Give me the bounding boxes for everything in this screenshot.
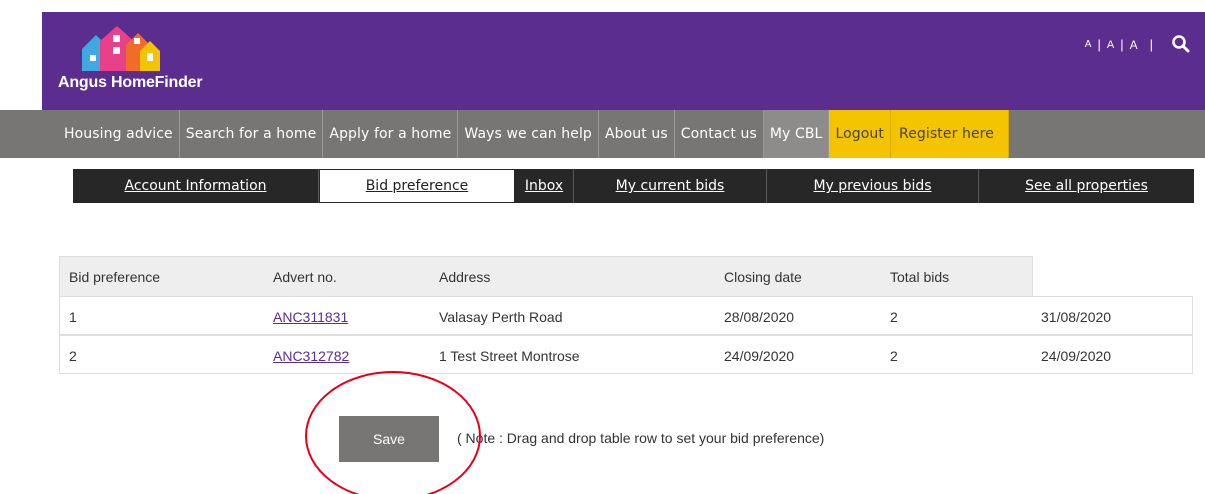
text-size-small-button[interactable]: A xyxy=(1079,39,1098,50)
bid-preference-cell: 1 xyxy=(69,308,77,325)
table-row[interactable]: 2 ANC312782 1 Test Street Montrose 24/09… xyxy=(59,335,1193,374)
main-nav: Housing advice Search for a home Apply f… xyxy=(0,110,1205,158)
save-button[interactable]: Save xyxy=(339,416,439,462)
site-header: Angus HomeFinder A | A | A | xyxy=(42,12,1205,110)
total-bids-cell: 2 xyxy=(890,308,898,325)
bid-preference-cell: 2 xyxy=(69,347,77,364)
tab-my-previous-bids[interactable]: My previous bids xyxy=(767,169,979,203)
nav-item-logout[interactable]: Logout xyxy=(829,110,891,158)
column-header: Total bids xyxy=(890,269,950,285)
tab-my-current-bids[interactable]: My current bids xyxy=(574,169,767,203)
total-bids-cell: 2 xyxy=(890,347,898,364)
advert-number-link[interactable]: ANC312782 xyxy=(273,336,349,375)
nav-item-ways-we-can-help[interactable]: Ways we can help xyxy=(458,110,599,158)
table-header: Bid preference Advert no. Address Closin… xyxy=(59,256,1033,296)
tab-account-information[interactable]: Account Information xyxy=(73,169,319,203)
tab-bid-preference[interactable]: Bid preference xyxy=(319,169,515,203)
table-row[interactable]: 1 ANC311831 Valasay Perth Road 28/08/202… xyxy=(59,296,1193,335)
nav-item-about-us[interactable]: About us xyxy=(599,110,675,158)
date-cell: 24/09/2020 xyxy=(1041,347,1112,364)
search-icon[interactable] xyxy=(1171,34,1191,54)
tab-see-all-properties[interactable]: See all properties xyxy=(979,169,1194,203)
brand-name: Angus HomeFinder xyxy=(58,74,203,91)
date-cell: 31/08/2020 xyxy=(1041,308,1112,325)
tab-inbox[interactable]: Inbox xyxy=(515,169,574,203)
site-logo[interactable]: Angus HomeFinder xyxy=(58,23,203,93)
nav-item-apply-for-a-home[interactable]: Apply for a home xyxy=(323,110,459,158)
column-header: Bid preference xyxy=(69,269,161,285)
nav-item-search-for-a-home[interactable]: Search for a home xyxy=(180,110,324,158)
drag-drop-note: ( Note : Drag and drop table row to set … xyxy=(457,430,825,446)
closing-date-cell: 24/09/2020 xyxy=(724,347,795,364)
address-cell: 1 Test Street Montrose xyxy=(439,347,580,364)
advert-number-link[interactable]: ANC311831 xyxy=(273,297,348,336)
text-size-large-button[interactable]: A xyxy=(1124,38,1144,52)
address-cell: Valasay Perth Road xyxy=(439,308,563,325)
houses-logo-icon xyxy=(82,26,160,71)
text-size-controls: A | A | A | xyxy=(1079,37,1153,52)
column-header: Closing date xyxy=(724,269,802,285)
text-size-medium-button[interactable]: A xyxy=(1101,39,1120,51)
column-header: Address xyxy=(439,269,491,285)
nav-item-housing-advice[interactable]: Housing advice xyxy=(58,110,180,158)
closing-date-cell: 28/08/2020 xyxy=(724,308,795,325)
divider: | xyxy=(1149,37,1153,52)
sub-nav: Account Information Bid preference Inbox… xyxy=(73,169,1194,203)
nav-item-my-cbl[interactable]: My CBL xyxy=(763,110,830,158)
nav-item-register-here[interactable]: Register here xyxy=(891,110,1009,158)
nav-item-contact-us[interactable]: Contact us xyxy=(675,110,764,158)
column-header: Advert no. xyxy=(273,269,337,285)
